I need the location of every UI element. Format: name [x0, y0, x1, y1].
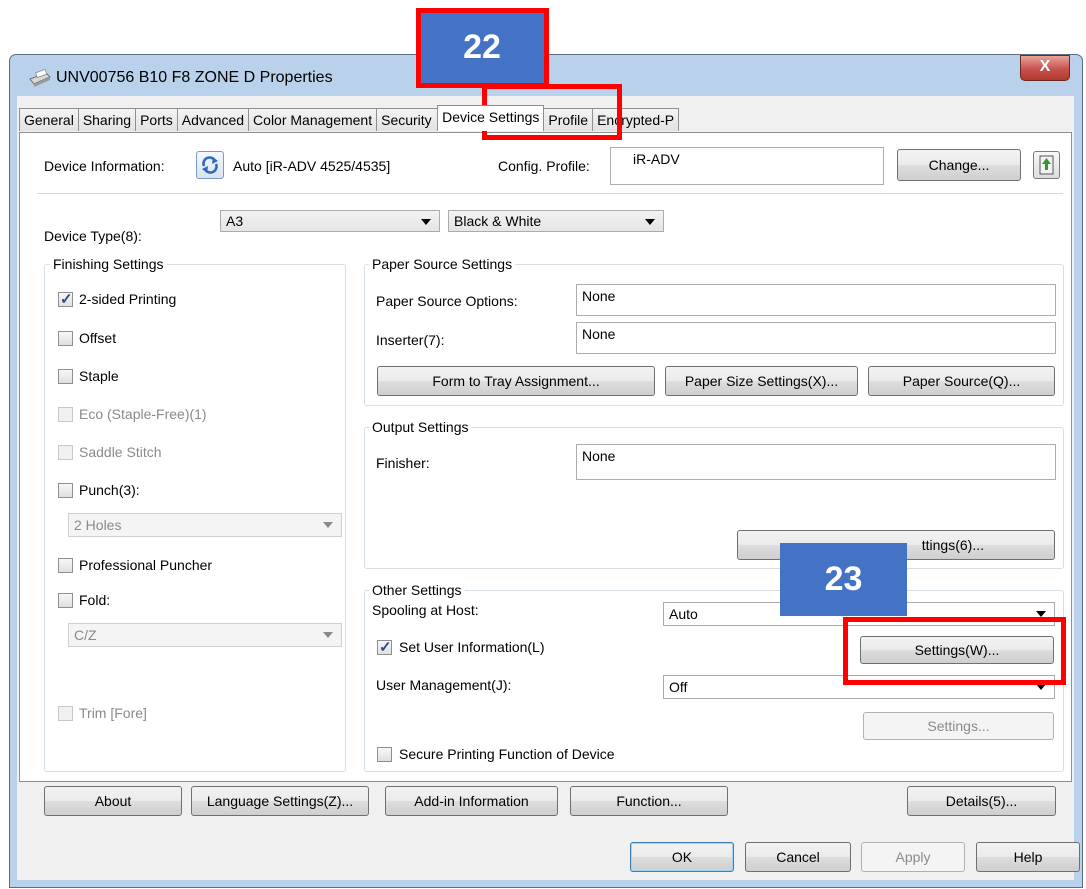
- spooling-label: Spooling at Host:: [372, 602, 479, 618]
- paper-source-title: Paper Source Settings: [369, 256, 516, 272]
- help-button[interactable]: Help: [976, 842, 1080, 872]
- details-button[interactable]: Details(5)...: [907, 786, 1056, 816]
- set-user-info-checkbox[interactable]: ✓: [377, 639, 392, 656]
- color-mode-value: Black & White: [454, 213, 542, 229]
- language-settings-button[interactable]: Language Settings(Z)...: [191, 786, 369, 816]
- secure-printing-label: Secure Printing Function of Device: [399, 746, 615, 762]
- ok-button[interactable]: OK: [630, 842, 734, 872]
- paper-source-button[interactable]: Paper Source(Q)...: [868, 366, 1055, 396]
- paper-size-value: A3: [226, 213, 244, 229]
- callout-frame-step-22: [416, 8, 549, 88]
- finisher-field[interactable]: None: [576, 444, 1056, 480]
- callout-highlight-settings-w-button: [843, 617, 1066, 685]
- professional-puncher-checkbox[interactable]: [58, 558, 73, 573]
- tab-color-management[interactable]: Color Management: [248, 108, 378, 131]
- set-user-info-label: Set User Information(L): [399, 639, 545, 655]
- callout-badge-step-23: 23: [780, 543, 907, 616]
- chevron-down-icon: [645, 219, 655, 225]
- chevron-down-icon: [421, 219, 431, 225]
- about-button[interactable]: About: [44, 786, 182, 816]
- user-management-settings-button[interactable]: Settings...: [863, 712, 1054, 740]
- tab-ports[interactable]: Ports: [135, 108, 178, 131]
- fold-value: C/Z: [74, 627, 97, 643]
- punch-checkbox[interactable]: [58, 483, 73, 498]
- eco-checkbox[interactable]: [58, 407, 73, 422]
- two-sided-checkbox[interactable]: ✓: [58, 291, 73, 308]
- fold-label: Fold:: [79, 592, 111, 608]
- eco-label: Eco (Staple-Free)(1): [79, 406, 207, 422]
- punch-label: Punch(3):: [79, 482, 140, 498]
- cancel-button[interactable]: Cancel: [745, 842, 851, 872]
- device-type-label: Device Type(8):: [44, 228, 142, 244]
- upload-icon[interactable]: [1033, 151, 1060, 179]
- header-separator: [37, 193, 1063, 194]
- change-button[interactable]: Change...: [897, 149, 1021, 181]
- apply-button[interactable]: Apply: [861, 842, 965, 872]
- other-settings-title: Other Settings: [369, 582, 465, 598]
- professional-puncher-label: Professional Puncher: [79, 557, 213, 573]
- spooling-value: Auto: [669, 606, 698, 622]
- checkmark-icon: ✓: [60, 291, 73, 308]
- trim-label: Trim [Fore]: [79, 705, 147, 721]
- form-to-tray-button[interactable]: Form to Tray Assignment...: [377, 366, 655, 396]
- offset-label: Offset: [79, 330, 117, 346]
- tab-general[interactable]: General: [19, 108, 79, 131]
- paper-size-settings-button[interactable]: Paper Size Settings(X)...: [665, 366, 858, 396]
- printer-icon: [29, 69, 51, 87]
- user-management-value: Off: [669, 679, 688, 695]
- config-profile-field[interactable]: iR-ADV: [610, 147, 884, 185]
- punch-select[interactable]: 2 Holes: [68, 513, 342, 537]
- punch-value: 2 Holes: [74, 517, 122, 533]
- saddle-stitch-label: Saddle Stitch: [79, 444, 162, 460]
- offset-checkbox[interactable]: [58, 331, 73, 346]
- staple-label: Staple: [79, 368, 119, 384]
- secure-printing-checkbox[interactable]: [377, 747, 392, 762]
- paper-source-options-label: Paper Source Options:: [376, 293, 518, 309]
- fold-checkbox[interactable]: [58, 593, 73, 608]
- two-sided-label: 2-sided Printing: [79, 291, 177, 307]
- window-title: UNV00756 B10 F8 ZONE D Properties: [56, 69, 333, 86]
- fold-select[interactable]: C/Z: [68, 623, 342, 647]
- tab-security[interactable]: Security: [376, 108, 439, 131]
- inserter-field[interactable]: None: [576, 322, 1056, 354]
- function-button[interactable]: Function...: [570, 786, 728, 816]
- finisher-label: Finisher:: [376, 455, 430, 471]
- checkmark-icon: ✓: [379, 639, 392, 656]
- config-profile-label: Config. Profile:: [498, 158, 590, 174]
- close-button[interactable]: X: [1020, 55, 1070, 81]
- chevron-down-icon: [323, 522, 333, 528]
- inserter-label: Inserter(7):: [376, 332, 445, 348]
- device-information-label: Device Information:: [44, 158, 165, 174]
- trim-checkbox[interactable]: [58, 706, 73, 721]
- tab-device-settings[interactable]: Device Settings: [437, 105, 545, 131]
- finishing-settings-title: Finishing Settings: [50, 256, 167, 272]
- paper-size-select[interactable]: A3: [220, 210, 440, 232]
- paper-source-options-field[interactable]: None: [576, 284, 1056, 316]
- staple-checkbox[interactable]: [58, 369, 73, 384]
- device-information-value: Auto [iR-ADV 4525/4535]: [233, 158, 391, 174]
- chevron-down-icon: [323, 632, 333, 638]
- output-settings-title: Output Settings: [369, 419, 472, 435]
- addin-information-button[interactable]: Add-in Information: [385, 786, 558, 816]
- tab-advanced[interactable]: Advanced: [176, 108, 250, 131]
- color-mode-select[interactable]: Black & White: [448, 210, 664, 232]
- refresh-icon[interactable]: [196, 151, 224, 179]
- saddle-stitch-checkbox[interactable]: [58, 445, 73, 460]
- tab-sharing[interactable]: Sharing: [77, 108, 137, 131]
- user-management-label: User Management(J):: [376, 677, 512, 693]
